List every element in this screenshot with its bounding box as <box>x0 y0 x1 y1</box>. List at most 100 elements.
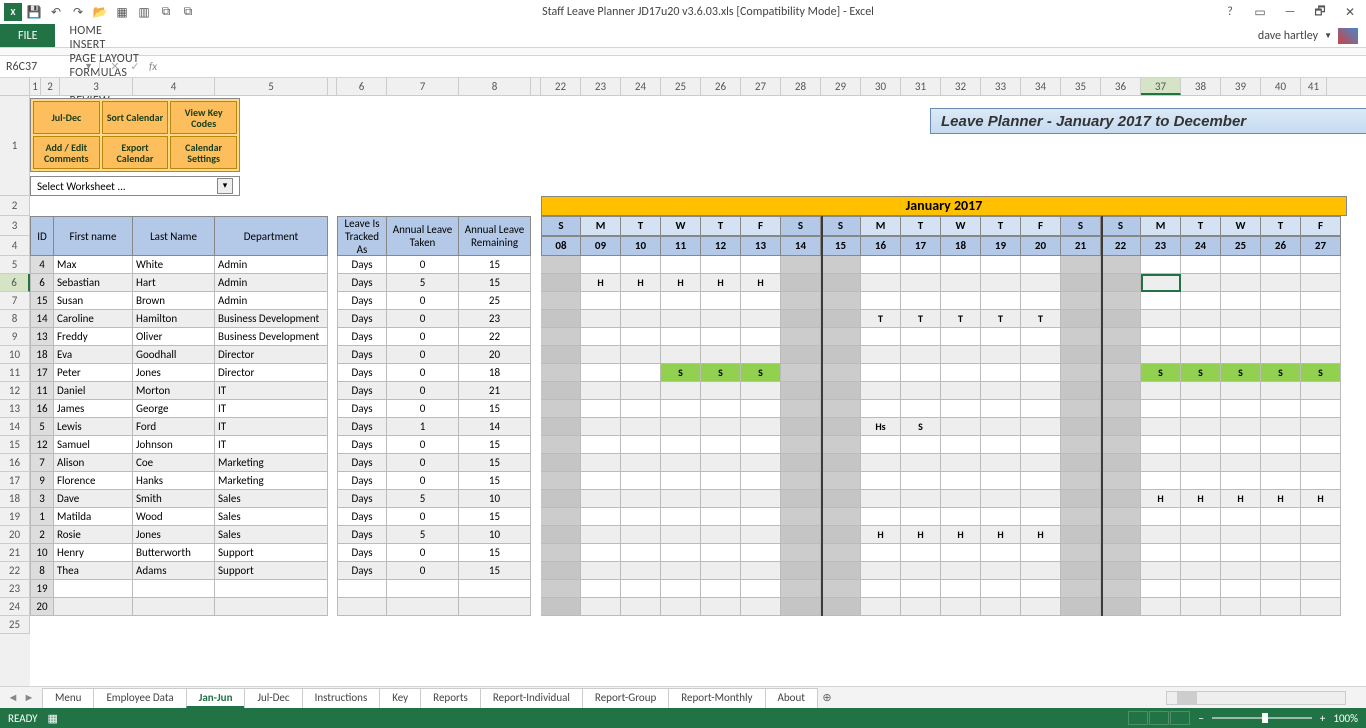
calendar-cell[interactable]: H <box>741 274 781 292</box>
calendar-cell[interactable] <box>1221 580 1261 598</box>
calendar-cell[interactable] <box>821 418 861 436</box>
calendar-cell[interactable] <box>1101 364 1141 382</box>
staff-row[interactable]: 14CarolineHamiltonBusiness DevelopmentDa… <box>30 310 531 328</box>
calendar-cell[interactable] <box>1021 346 1061 364</box>
calendar-cell[interactable] <box>1181 328 1221 346</box>
calendar-cell[interactable] <box>1061 274 1101 292</box>
calendar-cell[interactable] <box>861 472 901 490</box>
sheet-tab-reports[interactable]: Reports <box>420 688 481 708</box>
sheet-nav[interactable]: ◄ ► <box>0 691 42 704</box>
calendar-cell[interactable] <box>701 256 741 274</box>
sheet-tab-about[interactable]: About <box>765 688 818 708</box>
calendar-cell[interactable] <box>1141 346 1181 364</box>
calendar-cell[interactable] <box>661 418 701 436</box>
calendar-cell[interactable] <box>981 256 1021 274</box>
calendar-cell[interactable]: T <box>861 310 901 328</box>
calendar-cell[interactable] <box>981 418 1021 436</box>
help-icon[interactable]: ? <box>1218 2 1242 22</box>
close-icon[interactable]: ✕ <box>1338 2 1362 22</box>
calendar-cell[interactable] <box>781 598 821 616</box>
calendar-cell[interactable] <box>981 562 1021 580</box>
calendar-cell[interactable] <box>1181 472 1221 490</box>
calendar-cell[interactable] <box>581 562 621 580</box>
calendar-cell[interactable] <box>781 256 821 274</box>
calendar-cell[interactable] <box>941 256 981 274</box>
cell-dept[interactable]: Sales <box>215 508 328 526</box>
calendar-cell[interactable] <box>741 598 781 616</box>
calendar-cell[interactable] <box>1261 454 1301 472</box>
calendar-cell[interactable] <box>621 598 661 616</box>
calendar-cell[interactable] <box>621 454 661 472</box>
calendar-cell[interactable] <box>661 544 701 562</box>
cell-unit[interactable]: Days <box>337 328 387 346</box>
calendar-cell[interactable] <box>1101 526 1141 544</box>
cell-first[interactable] <box>54 598 133 616</box>
calendar-cell[interactable] <box>621 472 661 490</box>
row-header[interactable]: 24 <box>0 598 30 616</box>
calendar-cell[interactable] <box>1141 274 1181 292</box>
row-header[interactable]: 10 <box>0 346 30 364</box>
calendar-cell[interactable] <box>941 472 981 490</box>
calendar-cell[interactable] <box>941 544 981 562</box>
calendar-cell[interactable] <box>661 562 701 580</box>
restore-icon[interactable]: 🗗 <box>1308 2 1332 22</box>
calendar-cell[interactable] <box>1301 346 1341 364</box>
calendar-cell[interactable] <box>1261 328 1301 346</box>
column-header[interactable]: 32 <box>941 78 981 95</box>
calendar-cell[interactable] <box>901 382 941 400</box>
calendar-cell[interactable] <box>581 256 621 274</box>
cell-taken[interactable]: 0 <box>387 508 459 526</box>
calendar-cell[interactable] <box>1181 256 1221 274</box>
cell-taken[interactable] <box>387 598 459 616</box>
calendar-cell[interactable]: H <box>701 274 741 292</box>
calendar-cell[interactable] <box>981 436 1021 454</box>
zoom-level[interactable]: 100% <box>1333 712 1358 725</box>
calendar-cell[interactable] <box>861 346 901 364</box>
cell-first[interactable]: Florence <box>54 472 133 490</box>
calendar-cell[interactable] <box>1301 328 1341 346</box>
cell-remain[interactable]: 15 <box>459 436 531 454</box>
calendar-cell[interactable] <box>1061 346 1101 364</box>
cell-id[interactable]: 2 <box>30 526 54 544</box>
cell-last[interactable]: Morton <box>133 382 215 400</box>
calendar-cell[interactable] <box>1181 400 1221 418</box>
calendar-cell[interactable] <box>781 346 821 364</box>
calendar-cell[interactable] <box>661 256 701 274</box>
cell-unit[interactable]: Days <box>337 436 387 454</box>
page-break-view-icon[interactable] <box>1170 711 1190 725</box>
calendar-cell[interactable] <box>741 454 781 472</box>
calendar-cell[interactable] <box>541 490 581 508</box>
cell-id[interactable]: 4 <box>30 256 54 274</box>
cell-remain[interactable] <box>459 598 531 616</box>
column-header[interactable]: 3 <box>60 78 133 95</box>
calendar-cell[interactable] <box>821 274 861 292</box>
calendar-cell[interactable] <box>1141 598 1181 616</box>
calendar-cell[interactable] <box>621 544 661 562</box>
calendar-cell[interactable]: H <box>941 526 981 544</box>
calendar-cell[interactable] <box>901 544 941 562</box>
row-header[interactable]: 7 <box>0 292 30 310</box>
calendar-cell[interactable] <box>1101 418 1141 436</box>
cell-unit[interactable] <box>337 598 387 616</box>
calendar-cell[interactable] <box>621 508 661 526</box>
staff-row[interactable]: 1MatildaWoodSalesDays015 <box>30 508 531 526</box>
calendar-cell[interactable] <box>1261 256 1301 274</box>
cell-first[interactable]: Thea <box>54 562 133 580</box>
user-picture[interactable] <box>1338 28 1358 44</box>
row-header[interactable]: 18 <box>0 490 30 508</box>
staff-row[interactable]: 4MaxWhiteAdminDays015 <box>30 256 531 274</box>
column-header[interactable]: 7 <box>387 78 459 95</box>
calendar-cell[interactable] <box>621 256 661 274</box>
calendar-cell[interactable] <box>781 544 821 562</box>
calendar-cell[interactable] <box>701 436 741 454</box>
cell-remain[interactable]: 21 <box>459 382 531 400</box>
calendar-cell[interactable] <box>701 526 741 544</box>
column-header[interactable]: 40 <box>1261 78 1301 95</box>
calendar-cell[interactable] <box>1101 400 1141 418</box>
calendar-cell[interactable]: T <box>901 310 941 328</box>
calendar-cell[interactable] <box>661 508 701 526</box>
column-header[interactable] <box>328 78 337 95</box>
calendar-cell[interactable] <box>1021 418 1061 436</box>
calendar-cell[interactable] <box>701 454 741 472</box>
calendar-cell[interactable] <box>941 364 981 382</box>
